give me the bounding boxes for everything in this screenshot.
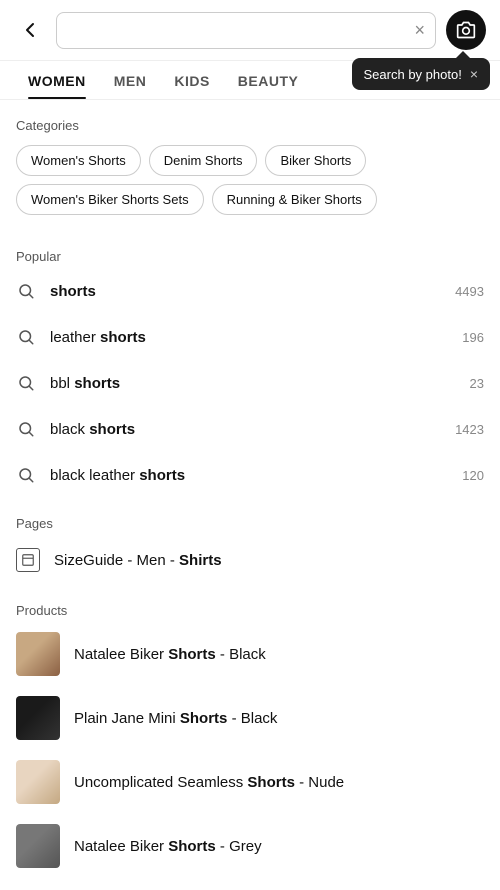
product-name-1: Plain Jane Mini Shorts - Black [74,710,277,727]
popular-item-text-3: black shorts [50,421,441,438]
tab-beauty[interactable]: BEAUTY [224,61,313,99]
popular-section: Popular shorts 4493 leather shorts 196 [0,231,500,498]
popular-item-count-1: 196 [462,330,484,345]
page-item-text-0: SizeGuide - Men - Shirts [54,552,222,569]
product-name-2: Uncomplicated Seamless Shorts - Nude [74,774,344,791]
search-icon-2 [16,373,36,393]
chip-biker-shorts[interactable]: Biker Shorts [265,145,366,176]
chip-womens-biker-sets[interactable]: Women's Biker Shorts Sets [16,184,204,215]
search-icon-0 [16,281,36,301]
clear-button[interactable]: × [414,20,425,41]
category-chips: Women's Shorts Denim Shorts Biker Shorts… [16,145,484,215]
product-item-2[interactable]: Uncomplicated Seamless Shorts - Nude [0,750,500,814]
tooltip-text: Search by photo! [364,67,462,82]
back-button[interactable] [14,14,46,46]
header: shorts × Search by photo! × [0,0,500,61]
product-thumbnail-1 [16,696,60,740]
popular-item-count-4: 120 [462,468,484,483]
product-thumbnail-3 [16,824,60,868]
chip-denim-shorts[interactable]: Denim Shorts [149,145,258,176]
popular-item-1[interactable]: leather shorts 196 [0,314,500,360]
popular-item-2[interactable]: bbl shorts 23 [0,360,500,406]
tab-kids[interactable]: KIDS [160,61,223,99]
categories-section: Categories Women's Shorts Denim Shorts B… [0,100,500,215]
search-icon-4 [16,465,36,485]
chip-womens-shorts[interactable]: Women's Shorts [16,145,141,176]
search-input[interactable]: shorts [67,21,408,39]
tooltip-close-button[interactable]: × [470,66,478,82]
popular-item-count-0: 4493 [455,284,484,299]
product-name-3: Natalee Biker Shorts - Grey [74,838,262,855]
search-icon-3 [16,419,36,439]
page-item-0[interactable]: SizeGuide - Men - Shirts [0,535,500,585]
popular-item-3[interactable]: black shorts 1423 [0,406,500,452]
product-item-0[interactable]: Natalee Biker Shorts - Black [0,622,500,686]
page-icon-0 [16,548,40,572]
product-item-1[interactable]: Plain Jane Mini Shorts - Black [0,686,500,750]
tab-men[interactable]: MEN [100,61,161,99]
product-item-3[interactable]: Natalee Biker Shorts - Grey [0,814,500,878]
tab-women[interactable]: WOMEN [14,61,100,99]
popular-item-count-2: 23 [470,376,484,391]
popular-item-count-3: 1423 [455,422,484,437]
popular-item-4[interactable]: black leather shorts 120 [0,452,500,498]
tooltip-container: Search by photo! × [352,58,490,90]
product-thumbnail-2 [16,760,60,804]
popular-item-text-2: bbl shorts [50,375,456,392]
popular-item-text-4: black leather shorts [50,467,448,484]
categories-label: Categories [16,118,484,133]
search-icon-1 [16,327,36,347]
camera-search-button[interactable] [446,10,486,50]
products-label: Products [0,603,500,618]
pages-label: Pages [0,516,500,531]
product-thumbnail-0 [16,632,60,676]
product-name-0: Natalee Biker Shorts - Black [74,646,266,663]
pages-section: Pages SizeGuide - Men - Shirts [0,498,500,585]
chip-running-biker-shorts[interactable]: Running & Biker Shorts [212,184,377,215]
search-by-photo-tooltip: Search by photo! × [352,58,490,90]
popular-item-0[interactable]: shorts 4493 [0,268,500,314]
popular-item-text-0: shorts [50,283,441,300]
popular-item-text-1: leather shorts [50,329,448,346]
search-bar: shorts × [56,12,436,49]
popular-label: Popular [0,249,500,264]
products-section: Products Natalee Biker Shorts - Black Pl… [0,585,500,878]
